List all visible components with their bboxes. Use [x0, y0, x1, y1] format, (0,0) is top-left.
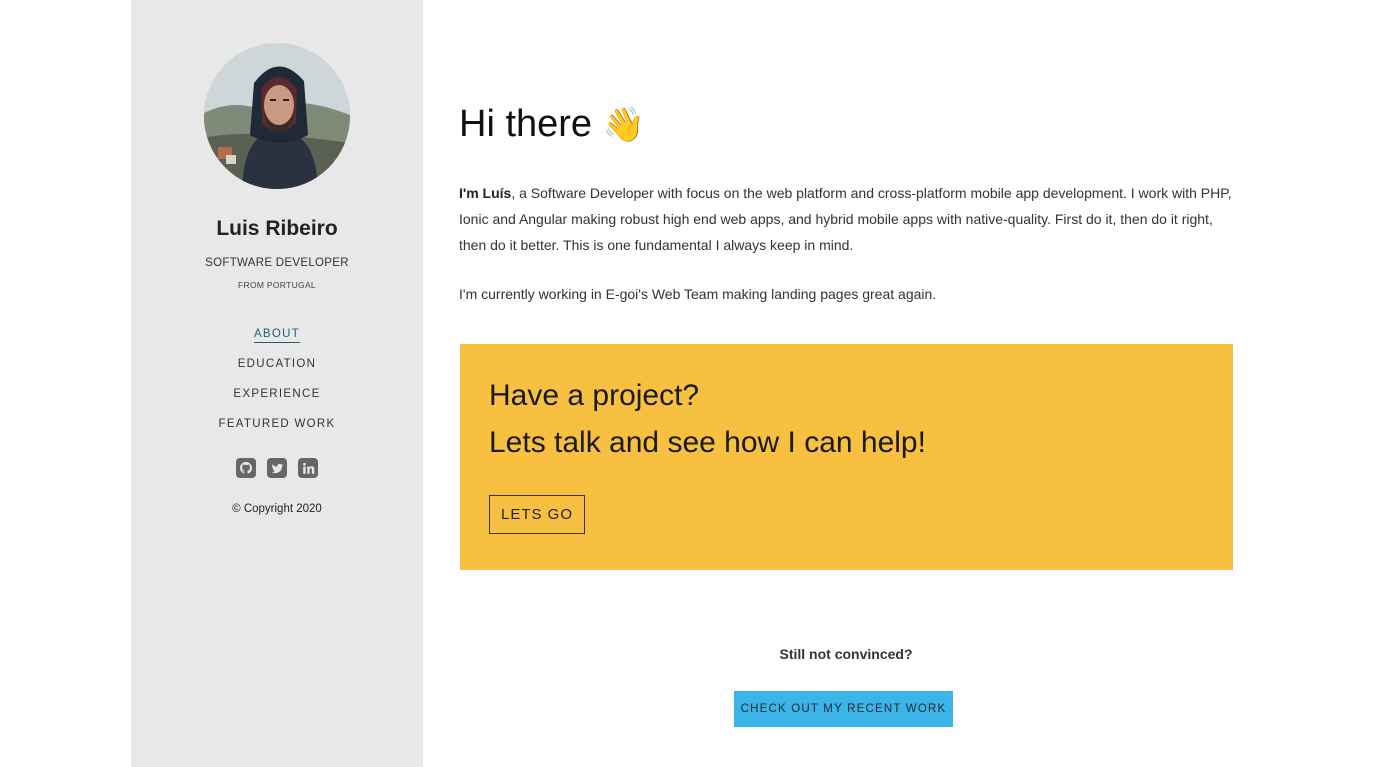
still-not-convinced: Still not convinced? — [779, 646, 913, 662]
avatar-photo — [204, 43, 350, 189]
avatar — [204, 43, 350, 189]
intro-name: I'm Luís — [459, 185, 512, 201]
nav-item-label: EXPERIENCE — [233, 388, 321, 400]
nav-item-experience[interactable]: EXPERIENCE — [131, 388, 423, 418]
cta-box: Have a project? Lets talk and see how I … — [460, 344, 1233, 570]
lets-go-button[interactable]: LETS GO — [489, 495, 585, 534]
twitter-icon[interactable] — [267, 458, 287, 478]
copyright: © Copyright 2020 — [232, 503, 322, 515]
intro-text: , a Software Developer with focus on the… — [459, 185, 1232, 253]
nav-item-label: FEATURED WORK — [218, 418, 336, 430]
nav-item-featured-work[interactable]: FEATURED WORK — [131, 418, 423, 448]
page: Luis Ribeiro SOFTWARE DEVELOPER FROM POR… — [0, 0, 1400, 767]
waving-hand-icon: 👋 — [602, 105, 645, 145]
nav-item-education[interactable]: EDUCATION — [131, 358, 423, 388]
profile-name: Luis Ribeiro — [216, 217, 338, 240]
sidebar: Luis Ribeiro SOFTWARE DEVELOPER FROM POR… — [131, 0, 423, 767]
sidebar-nav: ABOUT EDUCATION EXPERIENCE FEATURED WORK — [131, 328, 423, 448]
page-title: Hi there 👋 — [459, 103, 645, 146]
current-work-paragraph: I'm currently working in E-goi's Web Tea… — [459, 286, 937, 302]
recent-work-button[interactable]: CHECK OUT MY RECENT WORK — [734, 691, 953, 727]
nav-item-label: ABOUT — [253, 328, 301, 343]
cta-subheading: Lets talk and see how I can help! — [489, 426, 926, 459]
profile-title: SOFTWARE DEVELOPER — [205, 257, 349, 269]
nav-item-about[interactable]: ABOUT — [131, 328, 423, 358]
github-icon[interactable] — [236, 458, 256, 478]
cta-heading: Have a project? — [489, 379, 700, 412]
intro-paragraph: I'm Luís, a Software Developer with focu… — [459, 180, 1233, 258]
greeting-text: Hi there — [459, 103, 593, 145]
profile-location: FROM PORTUGAL — [238, 280, 316, 290]
social-links — [131, 458, 423, 478]
nav-item-label: EDUCATION — [237, 358, 317, 370]
linkedin-icon[interactable] — [298, 458, 318, 478]
